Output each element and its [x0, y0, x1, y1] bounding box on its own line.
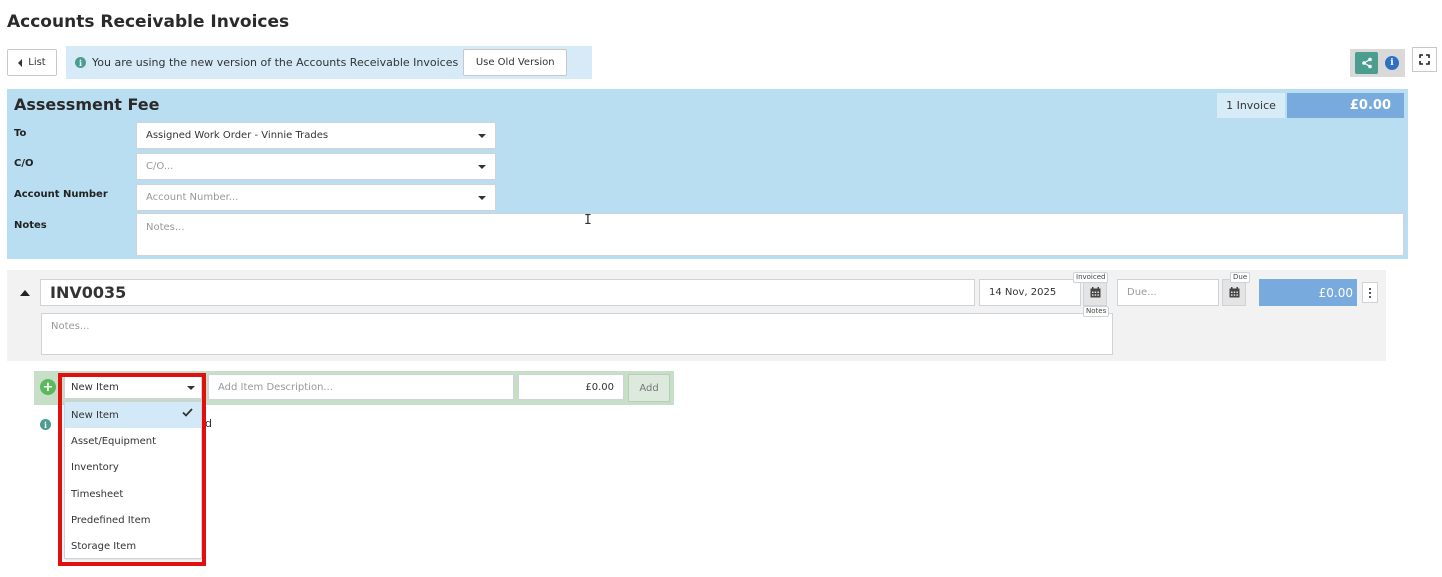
- item-price-input[interactable]: £0.00: [518, 374, 624, 400]
- info-button[interactable]: i: [1385, 56, 1399, 70]
- invoice-notes-textarea[interactable]: Notes...: [41, 313, 1113, 355]
- share-icon: [1361, 57, 1372, 69]
- chevron-down-icon: [478, 165, 486, 169]
- list-button-label: List: [28, 57, 46, 68]
- invoice-count-badge: 1 Invoice: [1217, 93, 1285, 118]
- invoice-number-input[interactable]: INV0035: [40, 279, 975, 306]
- add-item-button[interactable]: Add: [628, 374, 670, 402]
- calendar-icon: [1090, 287, 1100, 298]
- page-title: Accounts Receivable Invoices: [7, 12, 290, 32]
- plus-icon: +: [40, 379, 56, 395]
- group-total: £0.00: [1287, 93, 1404, 118]
- collapse-caret-icon[interactable]: [20, 290, 30, 296]
- invoiced-calendar-button[interactable]: [1083, 279, 1107, 306]
- use-old-version-button[interactable]: Use Old Version: [463, 49, 568, 76]
- notes-label: Notes: [14, 220, 47, 231]
- invoice-menu-button[interactable]: [1362, 282, 1378, 303]
- account-number-select[interactable]: Account Number...: [136, 184, 496, 211]
- expand-icon: [1419, 54, 1430, 65]
- co-select-placeholder: C/O...: [146, 161, 174, 172]
- account-number-label: Account Number: [14, 189, 108, 200]
- calendar-icon: [1229, 287, 1239, 298]
- notice-text: You are using the new version of the Acc…: [92, 56, 459, 69]
- fullscreen-button[interactable]: [1412, 47, 1437, 72]
- due-calendar-button[interactable]: [1222, 279, 1246, 306]
- chevron-down-icon: [478, 196, 486, 200]
- chevron-down-icon: [478, 134, 486, 138]
- invoice-notes-tag: Notes: [1083, 306, 1110, 317]
- kebab-dot: [1369, 291, 1371, 294]
- due-date-input[interactable]: Due...: [1117, 279, 1219, 306]
- to-select[interactable]: Assigned Work Order - Vinnie Trades: [136, 122, 496, 149]
- share-button[interactable]: [1355, 52, 1378, 74]
- invoiced-tag: Invoiced: [1073, 272, 1109, 283]
- co-select[interactable]: C/O...: [136, 153, 496, 180]
- kebab-dot: [1369, 287, 1371, 290]
- text-cursor-icon: I: [584, 213, 592, 228]
- account-number-placeholder: Account Number...: [146, 192, 239, 203]
- caret-left-icon: [18, 58, 23, 67]
- to-select-value: Assigned Work Order - Vinnie Trades: [146, 130, 329, 141]
- invoiced-date-input[interactable]: 14 Nov, 2025: [979, 279, 1081, 306]
- hint-info-icon: i: [40, 419, 51, 430]
- co-label: C/O: [14, 158, 34, 169]
- highlight-annotation-box: [58, 373, 206, 566]
- info-icon: i: [75, 57, 86, 68]
- to-label: To: [14, 128, 27, 139]
- invoice-total: £0.00: [1259, 279, 1357, 306]
- kebab-dot: [1369, 295, 1371, 298]
- hint-text: d: [205, 417, 212, 430]
- item-description-input[interactable]: Add Item Description...: [208, 374, 514, 400]
- due-tag: Due: [1230, 272, 1251, 283]
- group-notes-textarea[interactable]: Notes...: [136, 213, 1404, 256]
- version-notice: i You are using the new version of the A…: [66, 46, 592, 79]
- fee-group-title: Assessment Fee: [14, 95, 160, 114]
- back-to-list-button[interactable]: List: [7, 49, 57, 76]
